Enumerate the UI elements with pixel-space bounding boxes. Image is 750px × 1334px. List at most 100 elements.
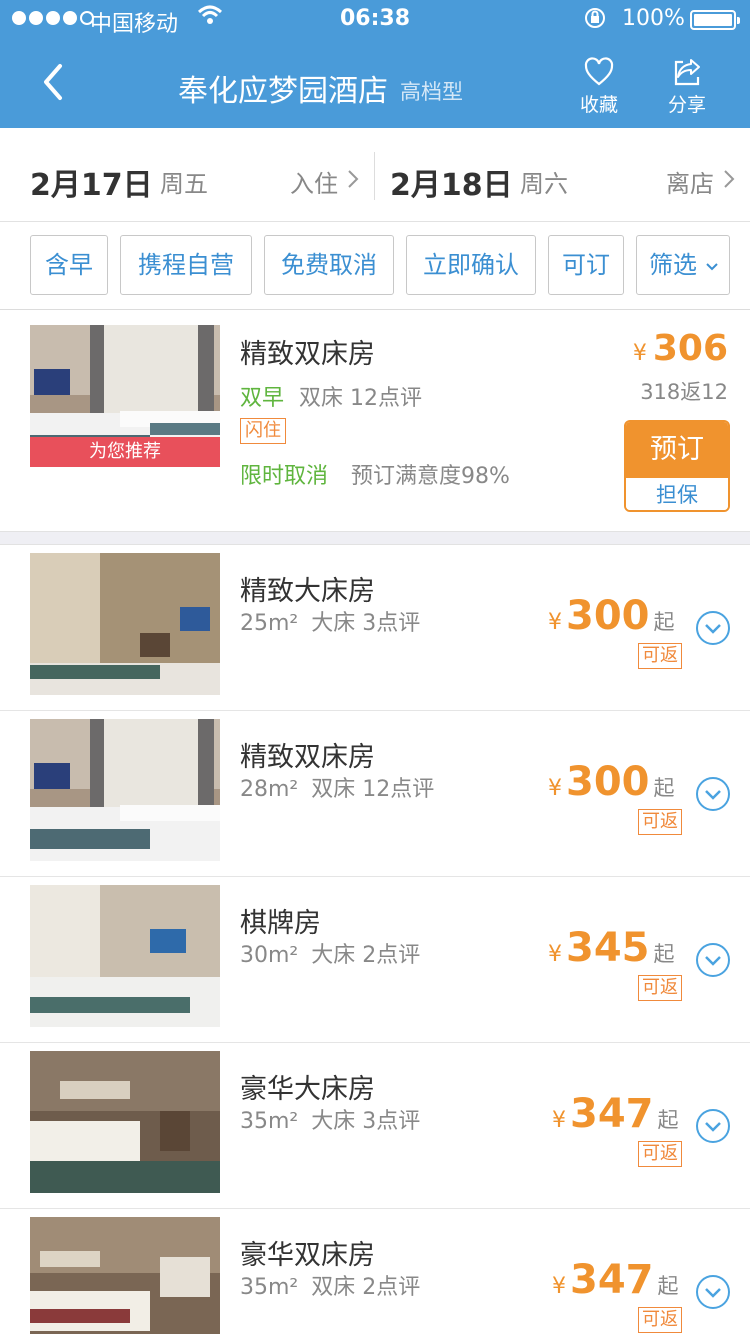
cashback-tag: 可返 — [638, 1307, 682, 1333]
room-info: 28m² 双床 12点评 — [240, 771, 434, 803]
filter-more-label: 筛选 — [649, 251, 697, 279]
room-detail: 双床 2点评 — [311, 1275, 421, 1300]
top-bar: 中国移动 06:38 100% 奉化应梦园酒店 高档型 收藏 分享 — [0, 0, 750, 128]
price-value: 345 — [566, 925, 650, 971]
favorite-button[interactable]: 收藏 — [569, 56, 629, 117]
room-area: 25m² — [240, 611, 299, 636]
room-row[interactable]: 精致大床房 25m² 大床 3点评 ¥300 起 可返 — [0, 545, 750, 711]
room-info: 35m² 大床 3点评 — [240, 1103, 420, 1135]
filter-more[interactable]: 筛选 — [636, 235, 730, 295]
status-bar: 中国移动 06:38 100% — [0, 0, 750, 40]
cashback-tag: 可返 — [638, 643, 682, 669]
room-row[interactable]: 棋牌房 30m² 大床 2点评 ¥345 起 可返 — [0, 877, 750, 1043]
room-price: ¥347 起 — [552, 1091, 679, 1137]
room-name: 棋牌房 — [240, 908, 321, 939]
room-detail: 大床 2点评 — [311, 943, 421, 968]
filter-ctrip-operated[interactable]: 携程自营 — [120, 235, 252, 295]
chevron-down-icon — [705, 956, 721, 966]
book-label: 预订 — [626, 422, 728, 478]
breakfast-tag: 双早 — [240, 386, 285, 411]
room-detail: 双床 12点评 — [299, 386, 423, 411]
filter-free-cancel[interactable]: 免费取消 — [264, 235, 394, 295]
share-icon — [674, 59, 700, 86]
currency-symbol: ¥ — [552, 1108, 566, 1133]
room-area: 30m² — [240, 943, 299, 968]
filter-instant-confirm[interactable]: 立即确认 — [406, 235, 536, 295]
flash-stay-tag: 闪住 — [240, 418, 286, 444]
policy-line: 限时取消 预订满意度98% — [240, 458, 510, 490]
favorite-label: 收藏 — [579, 94, 618, 116]
featured-price: ¥306 — [633, 328, 728, 369]
room-row[interactable]: 精致双床房 28m² 双床 12点评 ¥300 起 可返 — [0, 711, 750, 877]
expand-button[interactable] — [696, 943, 730, 977]
room-row[interactable]: 豪华大床房 35m² 大床 3点评 ¥347 起 可返 — [0, 1043, 750, 1209]
price-value: 306 — [652, 328, 728, 369]
back-arrow-icon — [44, 64, 62, 100]
date-bar: 2月17日 周五 入住 2月18日 周六 离店 — [0, 128, 750, 222]
room-photo: 为您推荐 — [30, 325, 220, 467]
room-photo — [30, 719, 220, 861]
room-price: ¥300 起 — [548, 593, 675, 639]
expand-button[interactable] — [696, 1275, 730, 1309]
back-button[interactable] — [36, 62, 80, 106]
currency-symbol: ¥ — [632, 341, 647, 366]
cashback-tag: 可返 — [638, 975, 682, 1001]
room-area: 28m² — [240, 777, 299, 802]
room-price: ¥347 起 — [552, 1257, 679, 1303]
chevron-right-icon — [724, 170, 735, 188]
room-price: ¥345 起 — [548, 925, 675, 971]
checkin-weekday: 周五 — [160, 170, 208, 198]
currency-symbol: ¥ — [548, 610, 562, 635]
room-photo — [30, 1051, 220, 1193]
room-name: 精致大床房 — [240, 576, 375, 607]
room-name: 精致双床房 — [240, 742, 375, 773]
room-list: 精致大床房 25m² 大床 3点评 ¥300 起 可返 精致双床房 28m² 双… — [0, 544, 750, 1334]
room-area: 35m² — [240, 1275, 299, 1300]
price-value: 300 — [566, 593, 650, 639]
heart-icon — [584, 57, 614, 86]
recommend-badge: 为您推荐 — [30, 437, 220, 467]
chevron-down-icon — [706, 263, 718, 271]
room-row[interactable]: 豪华双床房 35m² 双床 2点评 ¥347 起 可返 — [0, 1209, 750, 1334]
expand-button[interactable] — [696, 1109, 730, 1143]
room-photo — [30, 553, 220, 695]
battery-percent: 100% — [622, 6, 685, 31]
chevron-down-icon — [705, 624, 721, 634]
share-label: 分享 — [667, 94, 706, 116]
room-detail: 大床 3点评 — [311, 611, 421, 636]
filter-bar: 含早 携程自营 免费取消 立即确认 可订 筛选 — [0, 222, 750, 310]
price-value: 347 — [570, 1091, 654, 1137]
battery-icon — [690, 10, 740, 30]
hotel-title: 奉化应梦园酒店 — [178, 74, 388, 109]
from-label: 起 — [653, 942, 675, 966]
room-info: 35m² 双床 2点评 — [240, 1269, 420, 1301]
currency-symbol: ¥ — [552, 1274, 566, 1299]
cancel-policy: 限时取消 — [240, 464, 329, 489]
room-info: 双早 双床 12点评 — [240, 380, 422, 412]
share-button[interactable]: 分享 — [657, 56, 717, 117]
filter-breakfast[interactable]: 含早 — [30, 235, 108, 295]
date-divider — [374, 152, 375, 200]
room-area: 35m² — [240, 1109, 299, 1134]
expand-button[interactable] — [696, 611, 730, 645]
expand-button[interactable] — [696, 777, 730, 811]
room-name: 精致双床房 — [240, 339, 375, 370]
room-name: 豪华大床房 — [240, 1074, 375, 1105]
from-label: 起 — [657, 1108, 679, 1132]
checkout-label: 离店 — [666, 170, 714, 198]
satisfaction-rate: 预订满意度98% — [351, 464, 510, 489]
room-detail: 大床 3点评 — [311, 1109, 421, 1134]
featured-room[interactable]: 为您推荐 精致双床房 双早 双床 12点评 闪住 限时取消 预订满意度98% ¥… — [0, 310, 750, 532]
checkin-date: 2月17日 — [30, 168, 153, 203]
chevron-down-icon — [705, 1288, 721, 1298]
checkin-label: 入住 — [290, 170, 338, 198]
from-label: 起 — [653, 610, 675, 634]
room-price: ¥300 起 — [548, 759, 675, 805]
from-label: 起 — [653, 776, 675, 800]
filter-bookable[interactable]: 可订 — [548, 235, 624, 295]
room-name: 豪华双床房 — [240, 1240, 375, 1271]
orientation-lock-icon — [583, 6, 607, 36]
room-photo — [30, 1217, 220, 1334]
book-button[interactable]: 预订 担保 — [624, 420, 730, 512]
price-value: 300 — [566, 759, 650, 805]
